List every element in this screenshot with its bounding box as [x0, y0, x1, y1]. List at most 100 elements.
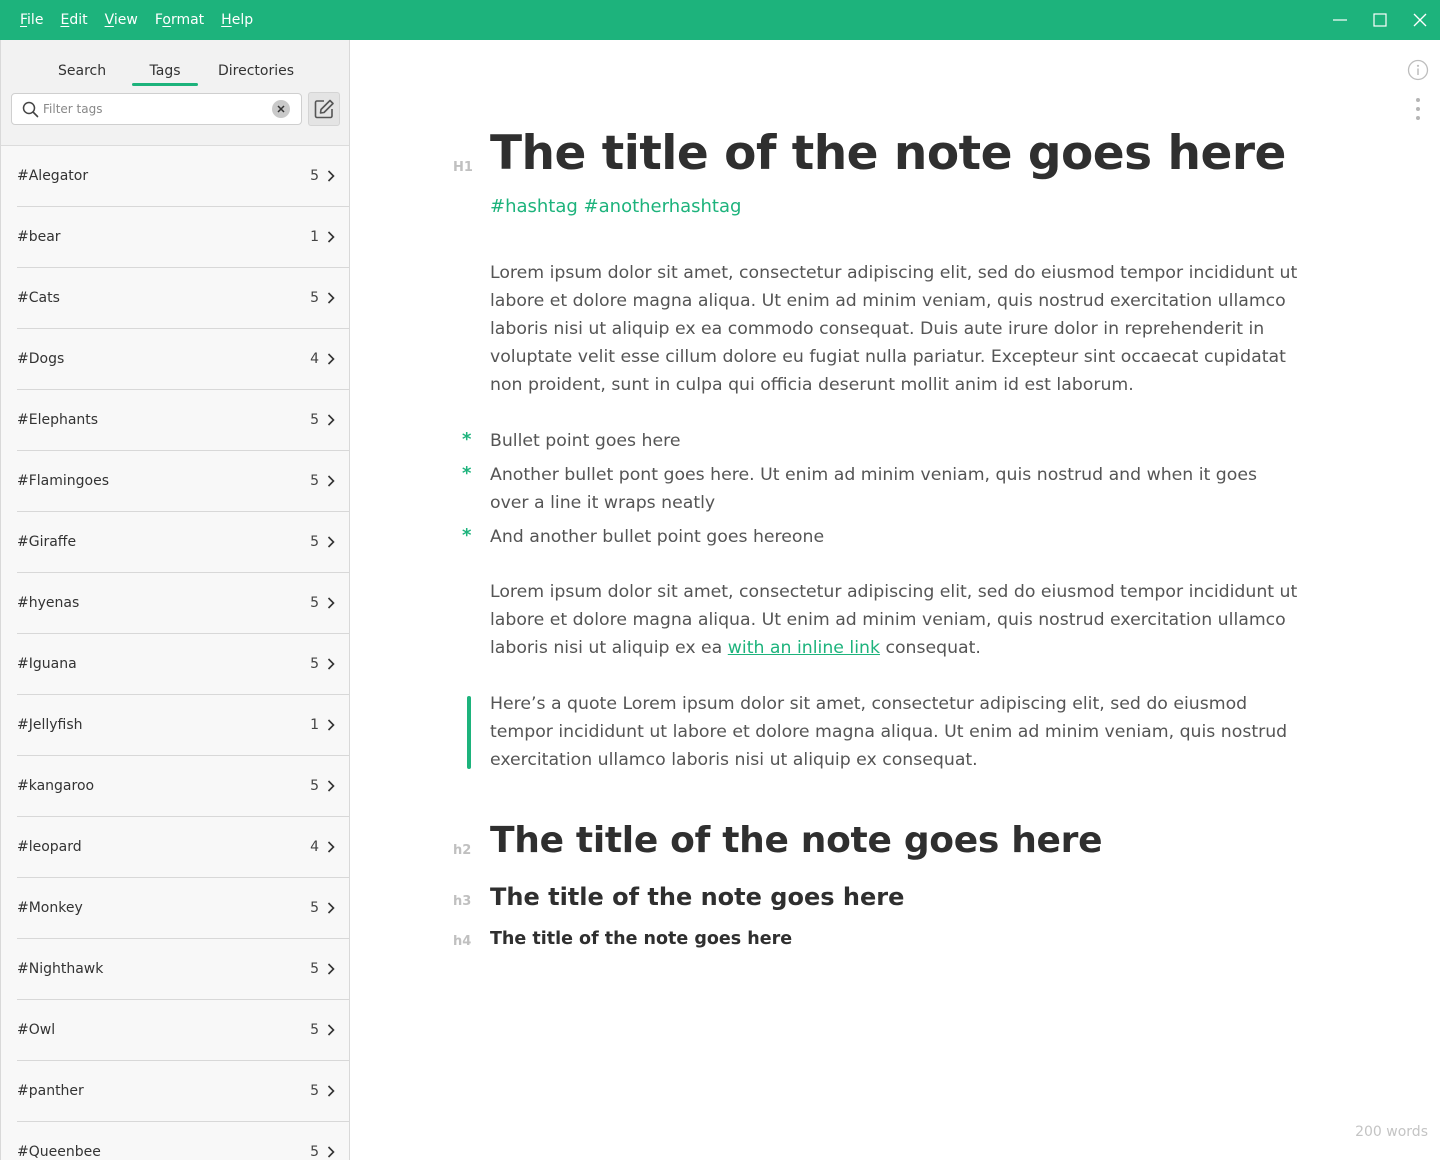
- chevron-right-icon: [327, 353, 335, 365]
- tag-row[interactable]: #Owl 5: [17, 1000, 349, 1061]
- tag-count: 5: [310, 961, 319, 977]
- tag-row[interactable]: #Jellyfish 1: [17, 695, 349, 756]
- tag-row[interactable]: #Iguana 5: [17, 634, 349, 695]
- more-options-icon[interactable]: [1410, 98, 1426, 120]
- gutter-h3-label: h3: [453, 894, 472, 909]
- new-note-button[interactable]: [308, 92, 340, 126]
- bullet-item: Another bullet pont goes here. Ut enim a…: [490, 465, 1257, 513]
- menu-help[interactable]: Help: [221, 0, 253, 40]
- chevron-right-icon: [327, 475, 335, 487]
- filter-tags-box: [11, 93, 302, 125]
- chevron-right-icon: [327, 780, 335, 792]
- tag-row[interactable]: #Giraffe 5: [17, 512, 349, 573]
- chevron-right-icon: [327, 231, 335, 243]
- tag-count: 5: [310, 473, 319, 489]
- tag-name: #Owl: [17, 1022, 56, 1038]
- chevron-right-icon: [327, 292, 335, 304]
- tag-name: #panther: [17, 1083, 84, 1099]
- tag-name: #Nighthawk: [17, 961, 104, 977]
- search-icon: [21, 100, 39, 118]
- tag-count: 5: [310, 1022, 319, 1038]
- tag-row[interactable]: #Elephants 5: [17, 390, 349, 451]
- tag-count: 5: [310, 534, 319, 550]
- window-controls: [1320, 0, 1440, 40]
- minimize-button[interactable]: [1320, 0, 1360, 40]
- tag-name: #kangaroo: [17, 778, 95, 794]
- menu-view-rest: iew: [113, 12, 138, 28]
- tag-name: #Dogs: [17, 351, 65, 367]
- tag-name: #Flamingoes: [17, 473, 110, 489]
- paragraph-text: consequat.: [879, 638, 981, 658]
- tag-count: 5: [310, 778, 319, 794]
- tag-row[interactable]: #Alegator 5: [17, 146, 349, 207]
- tag-count: 5: [310, 290, 319, 306]
- menu-edit[interactable]: Edit: [60, 0, 87, 40]
- tag-count: 5: [310, 1144, 319, 1160]
- tag-row[interactable]: #Flamingoes 5: [17, 451, 349, 512]
- tab-tags[interactable]: Tags: [132, 60, 198, 86]
- chevron-right-icon: [327, 719, 335, 731]
- bullet-item: And another bullet point goes hereone: [490, 527, 825, 547]
- tag-row[interactable]: #panther 5: [17, 1061, 349, 1122]
- tag-row[interactable]: #Monkey 5: [17, 878, 349, 939]
- menu-file-mnemonic: F: [20, 12, 28, 28]
- menu-view[interactable]: View: [105, 0, 138, 40]
- tag-row[interactable]: #bear 1: [17, 207, 349, 268]
- note-hashtags[interactable]: #hashtag #anotherhashtag: [490, 196, 741, 217]
- tag-count: 5: [310, 900, 319, 916]
- chevron-right-icon: [327, 1146, 335, 1158]
- bullet-marker: *: [462, 429, 472, 450]
- chevron-right-icon: [327, 170, 335, 182]
- tag-count: 5: [310, 1083, 319, 1099]
- tab-directories[interactable]: Directories: [218, 60, 294, 82]
- chevron-right-icon: [327, 841, 335, 853]
- tag-name: #hyenas: [17, 595, 80, 611]
- bullet-marker: *: [462, 463, 472, 484]
- tag-row[interactable]: #Nighthawk 5: [17, 939, 349, 1000]
- clear-filter-icon[interactable]: [272, 100, 290, 118]
- chevron-right-icon: [327, 1085, 335, 1097]
- tag-row[interactable]: #Queenbee 5: [17, 1122, 349, 1160]
- tag-row[interactable]: #Dogs 4: [17, 329, 349, 390]
- close-icon: [1413, 13, 1427, 27]
- menu-view-mnemonic: V: [104, 12, 114, 28]
- tag-count: 5: [310, 656, 319, 672]
- tag-count: 5: [310, 168, 319, 184]
- minimize-icon: [1333, 19, 1347, 21]
- filter-tags-input[interactable]: [43, 102, 268, 116]
- tag-name: #Giraffe: [17, 534, 77, 550]
- tag-name: #Jellyfish: [17, 717, 83, 733]
- inline-link[interactable]: with an inline link: [728, 638, 880, 658]
- menu-help-rest: elp: [231, 12, 254, 28]
- bullet-marker: *: [462, 525, 472, 546]
- note-editor: H1 The title of the note goes here #hash…: [351, 40, 1440, 1160]
- tag-count: 4: [310, 839, 319, 855]
- compose-icon: [314, 99, 334, 119]
- tag-name: #Alegator: [17, 168, 89, 184]
- maximize-button[interactable]: [1360, 0, 1400, 40]
- tag-name: #bear: [17, 229, 61, 245]
- menu-edit-mnemonic: E: [60, 12, 70, 28]
- tag-name: #Cats: [17, 290, 60, 306]
- menu-file[interactable]: File: [20, 0, 43, 40]
- close-button[interactable]: [1400, 0, 1440, 40]
- sidebar-tabs: Search Tags Directories: [1, 60, 349, 86]
- chevron-right-icon: [327, 1024, 335, 1036]
- chevron-right-icon: [327, 597, 335, 609]
- menu-format[interactable]: Format: [155, 0, 204, 40]
- maximize-icon: [1373, 13, 1387, 27]
- tag-row[interactable]: #hyenas 5: [17, 573, 349, 634]
- title-bar: File Edit View Format Help: [0, 0, 1440, 40]
- paragraph: Lorem ipsum dolor sit amet, consectetur …: [490, 263, 1298, 395]
- tag-row[interactable]: #leopard 4: [17, 817, 349, 878]
- info-icon[interactable]: [1407, 59, 1429, 81]
- tag-name: #Queenbee: [17, 1144, 101, 1160]
- paragraph-with-link: Lorem ipsum dolor sit amet, consectetur …: [490, 578, 1310, 662]
- menu-edit-rest: dit: [69, 12, 88, 28]
- tag-name: #leopard: [17, 839, 82, 855]
- tab-search[interactable]: Search: [58, 60, 106, 82]
- tag-row[interactable]: #kangaroo 5: [17, 756, 349, 817]
- heading-3: The title of the note goes here: [490, 883, 905, 911]
- tag-row[interactable]: #Cats 5: [17, 268, 349, 329]
- note-title: The title of the note goes here: [490, 126, 1286, 181]
